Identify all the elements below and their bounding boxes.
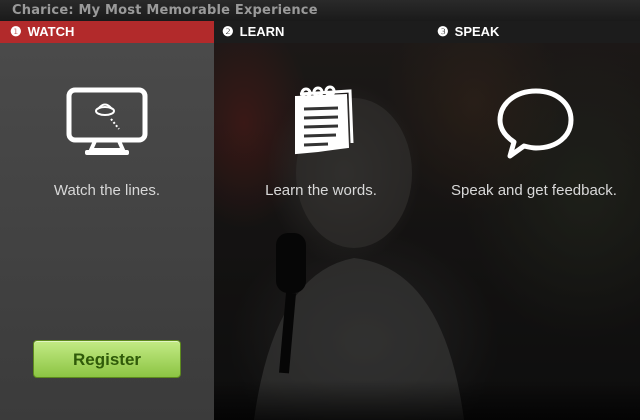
video-bottom-fade [214,380,640,420]
video-background [214,43,640,420]
step-tabs: ❶ WATCH ❷ LEARN ❸ SPEAK [0,21,640,43]
step-text-speak: Speak and get feedback. [451,182,617,199]
tab-speak-label: SPEAK [454,24,500,39]
tab-watch[interactable]: ❶ WATCH [0,21,214,43]
speech-bubble-icon [497,88,574,159]
step-number-2: ❷ [222,24,234,39]
video-shade [214,43,640,420]
step-number-1: ❶ [10,24,22,39]
monitor-icon [66,87,148,155]
step-number-3: ❸ [437,24,449,39]
step-text-watch: Watch the lines. [53,182,161,199]
step-text-learn: Learn the words. [265,182,377,199]
register-button[interactable]: Register [33,340,181,378]
tab-watch-label: WATCH [27,24,75,39]
tab-speak[interactable]: ❸ SPEAK [428,21,640,43]
tab-learn-label: LEARN [239,24,285,39]
notepad-icon [295,85,354,155]
tab-learn[interactable]: ❷ LEARN [214,21,428,43]
window-title: Charice: My Most Memorable Experience [0,0,640,21]
